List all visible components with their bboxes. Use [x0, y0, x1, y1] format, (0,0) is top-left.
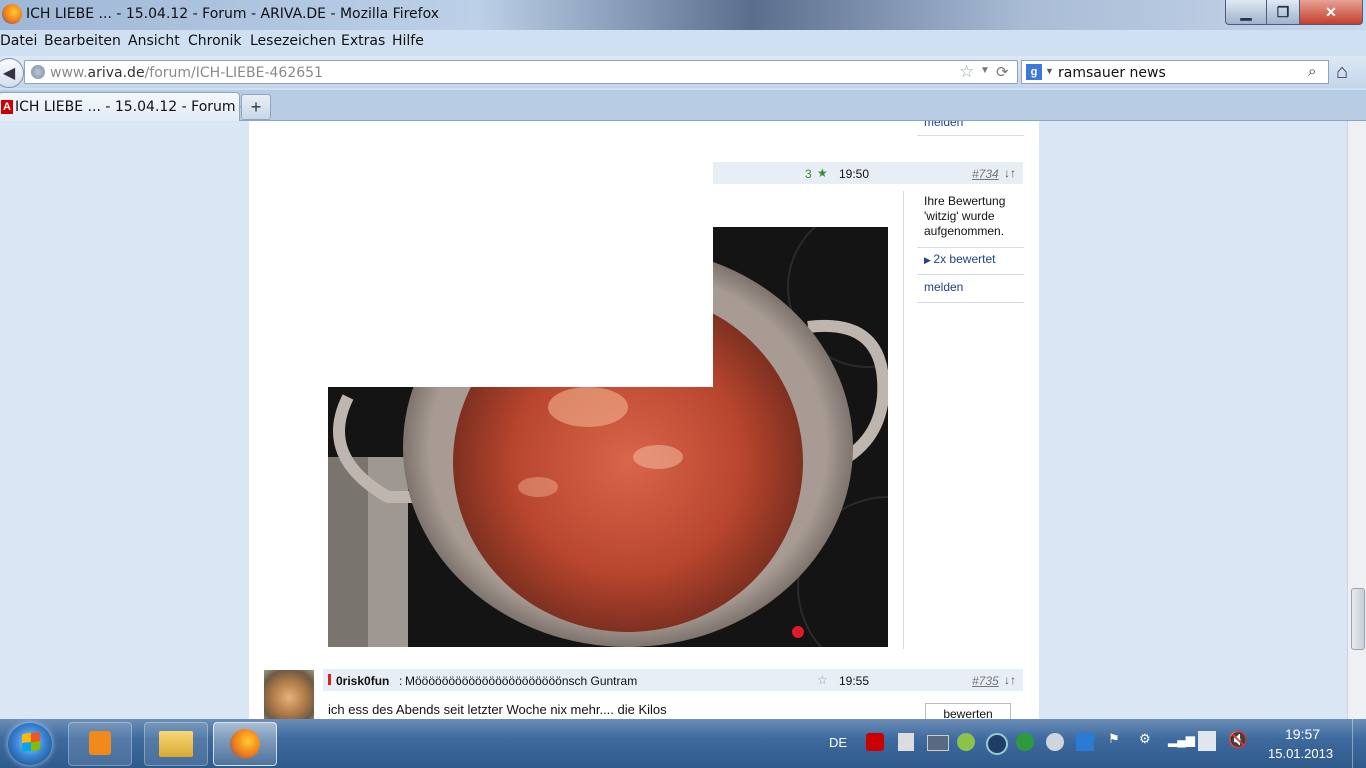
media-player-icon — [89, 731, 111, 755]
back-button[interactable]: ◀ — [0, 58, 24, 88]
window-titlebar: ICH LIEBE ... - 15.04.12 - Forum - ARIVA… — [0, 0, 1366, 30]
url-host: ariva.de — [87, 65, 145, 81]
star-icon[interactable]: ☆ — [817, 673, 828, 687]
site-identity-icon[interactable] — [31, 65, 45, 79]
firefox-logo-icon — [2, 4, 22, 24]
menu-chronik[interactable]: Chronik — [188, 33, 242, 49]
new-tab-button[interactable]: + — [241, 94, 271, 120]
language-indicator[interactable]: DE — [829, 735, 847, 750]
report-link-prev[interactable]: melden — [924, 121, 963, 129]
clock-time[interactable]: 19:57 — [1285, 726, 1320, 742]
google-engine-icon[interactable]: g — [1026, 64, 1042, 80]
rating-confirmation: Ihre Bewertung 'witzig' wurde aufgenomme… — [924, 194, 1006, 238]
star-icon[interactable]: ★ — [817, 166, 828, 180]
home-icon[interactable]: ⌂ — [1336, 61, 1348, 84]
tab-label: ICH LIEBE ... - 15.04.12 - Forum -... — [15, 99, 259, 115]
divider — [917, 247, 1024, 248]
start-button[interactable] — [8, 723, 52, 765]
sync-icon[interactable] — [1046, 733, 1064, 751]
avatar[interactable] — [264, 670, 314, 719]
explorer-task[interactable] — [144, 722, 208, 766]
post-number-link[interactable]: #735 — [972, 674, 999, 688]
report-link[interactable]: melden — [924, 280, 963, 294]
safely-remove-icon[interactable] — [1198, 731, 1216, 751]
content-viewport: melden 3 ★ 19:50 #734 ↓↑ Ihre Bewertung … — [0, 121, 1347, 719]
folder-icon — [159, 731, 193, 757]
post-time: 19:55 — [839, 674, 870, 688]
divider — [917, 135, 1024, 136]
show-desktop-button[interactable] — [1352, 719, 1366, 768]
rated-link[interactable]: ▶ 2x bewertet — [924, 252, 995, 266]
forum-page: melden 3 ★ 19:50 #734 ↓↑ Ihre Bewertung … — [249, 121, 1039, 719]
bookmark-star-icon[interactable]: ☆ — [959, 62, 974, 82]
antivirus-icon[interactable] — [866, 733, 884, 751]
tab-ich-liebe[interactable]: A ICH LIEBE ... - 15.04.12 - Forum -... — [0, 92, 258, 121]
rate-button[interactable]: bewerten — [925, 703, 1011, 719]
divider — [917, 302, 1024, 303]
update-icon[interactable] — [957, 733, 975, 751]
rated-link-label: 2x bewertet — [933, 252, 996, 266]
caret-right-icon: ▶ — [924, 255, 934, 265]
network-status-icon[interactable] — [1016, 733, 1034, 751]
divider — [917, 274, 1024, 275]
window-title: ICH LIEBE ... - 15.04.12 - Forum - ARIVA… — [26, 6, 439, 22]
star-count: 3 — [805, 167, 812, 181]
display-icon[interactable] — [927, 735, 949, 751]
ariva-favicon-icon: A — [1, 100, 13, 114]
windows-logo-icon — [22, 732, 40, 752]
search-bar[interactable]: g ▼ ramsauer news ⌕ — [1021, 60, 1329, 84]
engine-dropdown-icon[interactable]: ▼ — [1045, 66, 1054, 76]
url-path: /forum/ICH-LIEBE-462651 — [144, 65, 323, 81]
post-735-header: 0risk0fun : Möööööööööööööööööööööönsch … — [323, 669, 1023, 691]
url-history-dropdown-icon[interactable]: ▼ — [980, 65, 990, 76]
firefox-task[interactable] — [213, 722, 277, 766]
scrollbar-thumb[interactable] — [1351, 588, 1365, 650]
signal-strength-icon[interactable]: ▂▄▆ — [1168, 733, 1195, 747]
clock-date[interactable]: 15.01.2013 — [1268, 746, 1333, 761]
navigation-bar: ◀ www.ariva.de/forum/ICH-LIEBE-462651 ☆ … — [0, 56, 1366, 88]
menu-ansicht[interactable]: Ansicht — [128, 33, 180, 49]
action-center-flag-icon[interactable]: ⚑ — [1108, 731, 1120, 747]
author-colon: : — [399, 674, 403, 688]
search-input[interactable]: ramsauer news — [1058, 65, 1166, 81]
maximize-button[interactable]: ❐ — [1266, 0, 1300, 25]
vertical-scrollbar[interactable] — [1347, 121, 1366, 719]
volume-muted-icon[interactable]: 🔇 — [1228, 730, 1248, 750]
menu-datei[interactable]: Datei — [0, 33, 37, 49]
firefox-icon — [230, 729, 260, 759]
close-button[interactable]: ✕ — [1299, 0, 1363, 25]
tab-bar: A ICH LIEBE ... - 15.04.12 - Forum -... … — [0, 90, 1366, 121]
post-time: 19:50 — [839, 167, 870, 181]
windows-taskbar: DE ⚑ ⚙ ▂▄▆ 🔇 19:57 15.01.2013 — [0, 719, 1366, 768]
media-player-task[interactable] — [68, 722, 132, 766]
sort-arrows-icon[interactable]: ↓↑ — [1004, 166, 1016, 180]
post-number-link[interactable]: #734 — [972, 167, 999, 181]
post-text: ich ess des Abends seit letzter Woche ni… — [328, 702, 667, 717]
url-prefix: www. — [50, 65, 88, 81]
image-blank-area — [328, 227, 713, 387]
post-title: Möööööööööööööööööööööönsch Guntram — [405, 674, 638, 688]
menu-hilfe[interactable]: Hilfe — [392, 33, 424, 49]
post-734-header: 3 ★ 19:50 #734 ↓↑ — [713, 162, 1023, 184]
column-divider — [903, 191, 904, 649]
back-arrow-icon: ◀ — [2, 65, 16, 82]
menu-bar: Datei Bearbeiten Ansicht Chronik Lesezei… — [0, 30, 1366, 52]
url-text[interactable]: www.ariva.de/forum/ICH-LIEBE-462651 — [50, 65, 323, 81]
bluetooth-icon[interactable] — [1076, 733, 1094, 751]
settings-icon[interactable]: ⚙ — [1139, 731, 1151, 747]
minimize-button[interactable]: ▁ — [1225, 0, 1267, 25]
user-status-marker — [328, 674, 331, 685]
search-icon[interactable]: ⌕ — [1308, 63, 1316, 80]
url-bar[interactable]: www.ariva.de/forum/ICH-LIEBE-462651 ☆ ▼ … — [24, 60, 1018, 84]
device-icon[interactable] — [898, 733, 914, 751]
menu-lesezeichen[interactable]: Lesezeichen — [250, 33, 336, 49]
security-icon[interactable] — [986, 733, 1008, 755]
reload-icon[interactable]: ⟳ — [996, 63, 1009, 81]
menu-bearbeiten[interactable]: Bearbeiten — [44, 33, 121, 49]
sort-arrows-icon[interactable]: ↓↑ — [1004, 673, 1016, 687]
post-author[interactable]: 0risk0fun — [336, 674, 389, 688]
menu-extras[interactable]: Extras — [341, 33, 385, 49]
